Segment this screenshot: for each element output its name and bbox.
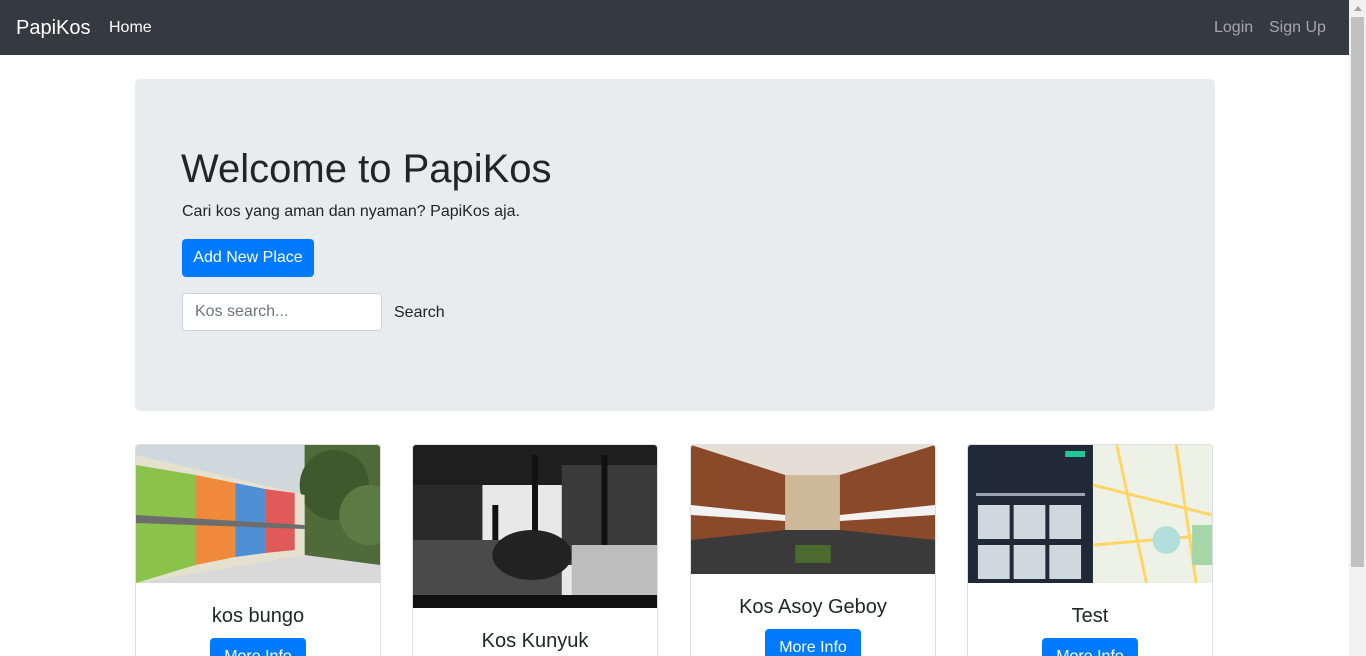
more-info-button[interactable]: More Info [1042, 638, 1138, 656]
kos-photo [136, 445, 380, 583]
add-new-place-button[interactable]: Add New Place [182, 239, 314, 277]
more-info-button[interactable]: More Info [765, 629, 861, 656]
nav-login-link[interactable]: Login [1214, 18, 1253, 38]
navbar: PapiKos Home Login Sign Up [0, 0, 1349, 55]
scroll-thumb[interactable] [1351, 17, 1364, 567]
page-scrollbar[interactable] [1349, 0, 1366, 656]
kos-photo [691, 445, 935, 574]
page-title: Welcome to PapiKos [181, 147, 552, 191]
scroll-up-arrow-icon[interactable] [1349, 0, 1366, 17]
kos-search-input[interactable] [182, 293, 382, 331]
jumbotron: Welcome to PapiKos Cari kos yang aman da… [135, 79, 1215, 411]
brand-link[interactable]: PapiKos [16, 16, 91, 40]
kos-card: Kos Kunyuk [412, 444, 658, 656]
kos-card: Test More Info [967, 444, 1213, 656]
more-info-button[interactable]: More Info [210, 638, 306, 656]
kos-card: Kos Asoy Geboy More Info [690, 444, 936, 656]
kos-photo [968, 445, 1212, 583]
card-title: Test [1071, 605, 1109, 627]
jumbotron-lead: Cari kos yang aman dan nyaman? PapiKos a… [182, 203, 520, 220]
kos-photo [413, 445, 657, 608]
kos-card: kos bungo More Info [135, 444, 381, 656]
nav-signup-link[interactable]: Sign Up [1269, 18, 1326, 38]
search-button[interactable]: Search [394, 303, 445, 323]
nav-home-link[interactable]: Home [109, 18, 152, 38]
card-title: Kos Kunyuk [481, 630, 589, 652]
card-title: kos bungo [211, 605, 305, 627]
card-title: Kos Asoy Geboy [739, 596, 887, 618]
